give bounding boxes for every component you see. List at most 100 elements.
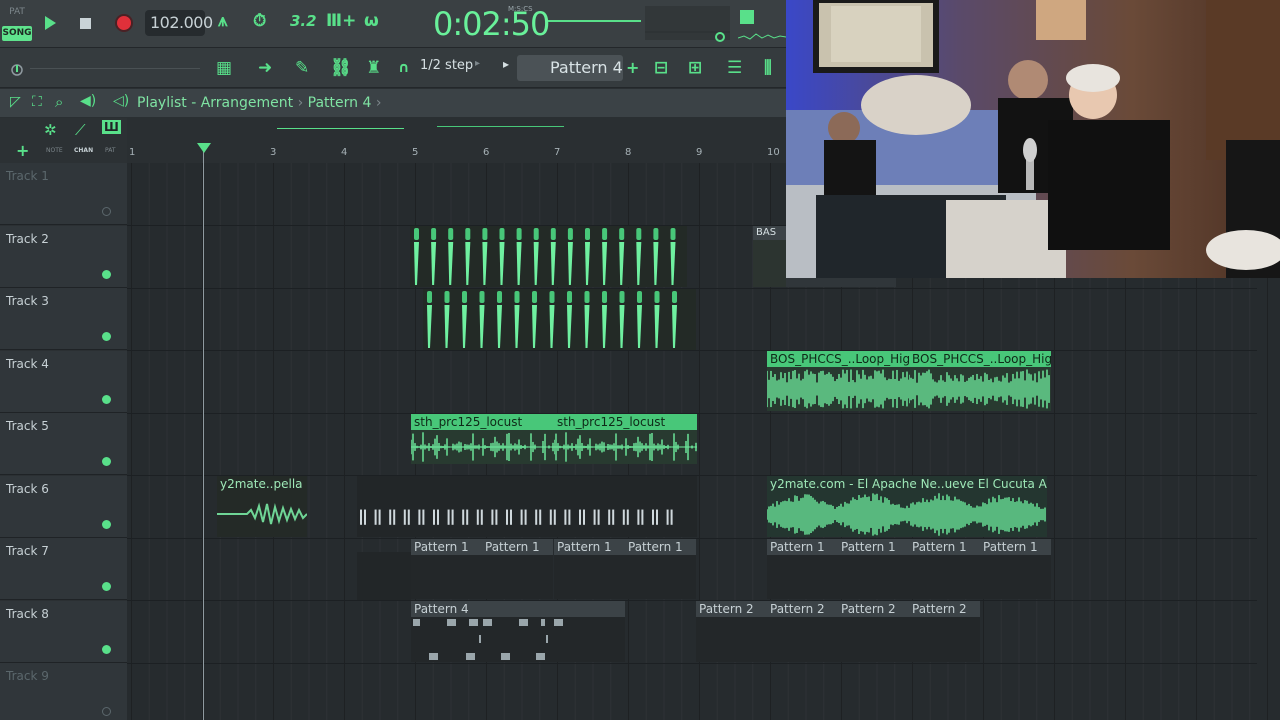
track-header-8[interactable]: Track 8: [0, 601, 127, 663]
audio-clip-loop-high-1[interactable]: BOS_PHCCS_..Loop_High: [767, 351, 910, 411]
track-mute-led[interactable]: [102, 707, 111, 716]
track-mute-led[interactable]: [102, 645, 111, 654]
loop-record-icon[interactable]: ω: [364, 11, 379, 31]
audio-clip-locust-2[interactable]: sth_prc125_locust: [554, 414, 697, 464]
typing-keyboard-icon[interactable]: 3.2: [290, 12, 317, 30]
track-mute-led[interactable]: [102, 332, 111, 341]
track-header-2[interactable]: Track 2: [0, 226, 127, 288]
pattern-selector[interactable]: Pattern 4: [517, 55, 623, 81]
pattern-prev-icon[interactable]: ▸: [503, 57, 509, 71]
add-pattern-icon[interactable]: +: [626, 57, 639, 79]
song-mode-button[interactable]: SONG: [2, 26, 32, 41]
track-mute-led[interactable]: [102, 457, 111, 466]
audio-clip-locust-1[interactable]: sth_prc125_locust: [411, 414, 554, 464]
pat-mode-label[interactable]: PAT: [2, 4, 32, 20]
audio-clip-acapella-short[interactable]: y2mate..pella: [217, 476, 307, 537]
metronome-icon[interactable]: ⩚: [218, 11, 228, 31]
pat-tab[interactable]: PAT: [105, 147, 116, 154]
track-header-5[interactable]: Track 5: [0, 413, 127, 475]
track-name[interactable]: Track 9: [6, 669, 49, 683]
add-track-icon[interactable]: +: [16, 141, 29, 160]
pat-song-switch[interactable]: PAT SONG: [2, 4, 32, 42]
clip-label: Pattern 4: [411, 601, 625, 617]
step-edit-icon[interactable]: Ⅲ+: [326, 11, 356, 31]
audio-clip-chops[interactable]: [357, 476, 697, 537]
pattern-clip[interactable]: Pattern 1: [482, 539, 553, 599]
track-name[interactable]: Track 1: [6, 169, 49, 183]
arrow-right-icon[interactable]: ➜: [258, 57, 272, 79]
stamp-icon[interactable]: ♜: [366, 57, 381, 79]
speaker-icon[interactable]: ◀): [80, 93, 96, 109]
acapella-waveform: [217, 502, 307, 525]
audio-clip-snare-hits[interactable]: [423, 289, 696, 350]
resize-icon[interactable]: ⛶: [32, 94, 42, 110]
clip-label: y2mate.com - El Apache Ne..ueve El Cucut…: [770, 477, 1047, 491]
track-mute-led[interactable]: [102, 520, 111, 529]
plugin-icon[interactable]: ⫼: [764, 57, 772, 79]
pattern-clip[interactable]: Pattern 2: [909, 601, 980, 662]
track-mute-led[interactable]: [102, 270, 111, 279]
track-name[interactable]: Track 7: [6, 544, 49, 558]
channel-rack-icon[interactable]: ⊞: [688, 57, 702, 79]
track-name[interactable]: Track 8: [6, 607, 49, 621]
zoom-icon[interactable]: ⌕: [55, 93, 63, 111]
track-mute-led[interactable]: [102, 207, 111, 216]
pattern-clip-main[interactable]: Pattern 4: [411, 601, 625, 662]
wrench-icon[interactable]: ◸: [10, 94, 21, 110]
clip-label: BOS_PHCCS_..Loop_High: [767, 351, 910, 367]
playhead-marker[interactable]: [197, 143, 211, 153]
track-header-6[interactable]: Track 6: [0, 476, 127, 538]
snap-selector[interactable]: 1/2 step: [420, 58, 473, 73]
track-name[interactable]: Track 6: [6, 482, 49, 496]
pattern-clip[interactable]: Pattern 2: [767, 601, 838, 662]
track-header-9[interactable]: Track 9: [0, 663, 127, 720]
pitch-slider-track[interactable]: [30, 68, 200, 69]
track-header-1[interactable]: Track 1: [0, 163, 127, 225]
stop-button[interactable]: [75, 13, 95, 33]
track-name[interactable]: Track 5: [6, 419, 49, 433]
audio-clip-acapella-long[interactable]: y2mate.com - El Apache Ne..ueve El Cucut…: [767, 476, 1047, 537]
gear-icon[interactable]: ✲: [44, 121, 57, 139]
overview-strip[interactable]: [277, 121, 404, 129]
pattern-clip[interactable]: Pattern 1: [980, 539, 1051, 599]
piano-icon[interactable]: Ш: [102, 120, 121, 134]
pattern-clip[interactable]: Pattern 1: [411, 539, 482, 599]
pattern-clip[interactable]: Pattern 1: [838, 539, 909, 599]
note-tab[interactable]: NOTE: [46, 147, 63, 154]
pattern-clip[interactable]: Pattern 1: [767, 539, 838, 599]
pattern-clip[interactable]: Pattern 2: [696, 601, 767, 662]
track-mute-led[interactable]: [102, 582, 111, 591]
track-name[interactable]: Track 3: [6, 294, 49, 308]
curve-icon[interactable]: ⟋: [75, 121, 86, 139]
browser-icon[interactable]: ☰: [727, 57, 742, 79]
chan-tab[interactable]: CHAN: [74, 147, 93, 154]
master-pitch-knob[interactable]: [6, 62, 28, 76]
audio-clip-bass-partial[interactable]: BAS: [753, 226, 786, 287]
master-volume-slider[interactable]: [548, 20, 641, 22]
track-mute-led[interactable]: [102, 395, 111, 404]
snap-arrow-icon[interactable]: ▸: [475, 58, 480, 69]
track-header-7[interactable]: Track 7: [0, 538, 127, 600]
playlist-icon[interactable]: ▦: [216, 57, 232, 79]
audio-clip-loop-high-2[interactable]: BOS_PHCCS_..Loop_High: [909, 351, 1051, 411]
pattern-clip[interactable]: Pattern 1: [909, 539, 980, 599]
audio-clip-bass-hits[interactable]: [410, 226, 687, 287]
countdown-icon[interactable]: ⏱: [253, 11, 266, 31]
track-header-4[interactable]: Track 4: [0, 351, 127, 413]
tempo-display[interactable]: 102.000: [145, 10, 213, 36]
track-name[interactable]: Track 2: [6, 232, 49, 246]
track-name[interactable]: Track 4: [6, 357, 49, 371]
pattern-clip[interactable]: Pattern 2: [838, 601, 909, 662]
clip-label: Pattern 1: [838, 539, 909, 555]
speaker-left-icon[interactable]: ◁): [113, 93, 129, 109]
magnet-icon[interactable]: ∩: [398, 57, 409, 79]
record-button[interactable]: [113, 12, 135, 34]
breadcrumb-pattern[interactable]: Pattern 4: [308, 95, 372, 111]
pattern-clip[interactable]: Pattern 1: [554, 539, 625, 599]
link-icon[interactable]: ⛓: [330, 57, 352, 79]
track-header-3[interactable]: Track 3: [0, 288, 127, 350]
pencil-icon[interactable]: ✎: [295, 57, 309, 79]
mixer-icon[interactable]: ⊟: [654, 57, 668, 79]
play-button[interactable]: [40, 13, 60, 33]
pattern-clip[interactable]: Pattern 1: [625, 539, 696, 599]
